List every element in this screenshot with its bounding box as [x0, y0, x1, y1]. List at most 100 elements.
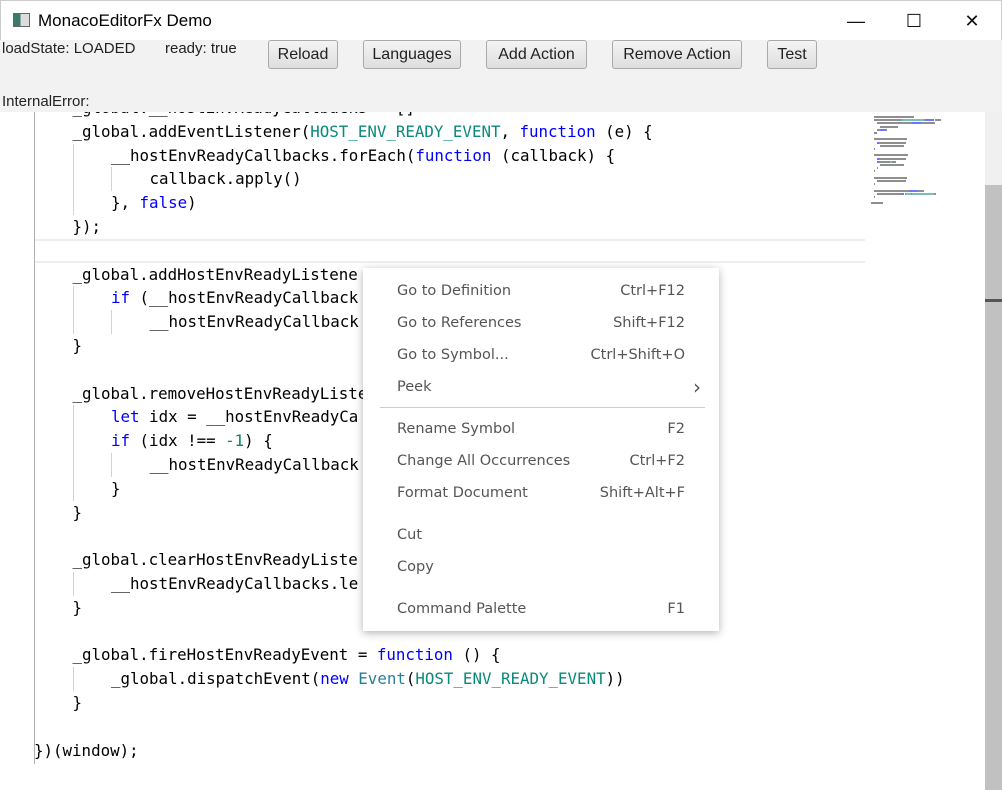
menu-item-command-palette[interactable]: Command Palette F1: [363, 593, 719, 625]
code-token: if: [111, 288, 131, 308]
menu-item-label: Cut: [397, 527, 422, 543]
code-token: )): [605, 669, 625, 689]
indent-guide: [72, 572, 74, 596]
menu-item-cut[interactable]: Cut: [363, 519, 719, 551]
menu-item-label: Format Document: [397, 485, 528, 501]
code-token: ,: [500, 121, 520, 141]
scrollbar-thumb[interactable]: [985, 185, 1002, 790]
code-line: }: [111, 477, 121, 501]
minimap-line: [877, 122, 913, 125]
menu-shortcut: F1: [667, 601, 685, 617]
code-line: }: [73, 501, 83, 525]
menu-item-label: Go to References: [397, 315, 522, 331]
minimap-line: [874, 116, 914, 118]
minimap-line: [892, 160, 896, 163]
code-token: if: [111, 431, 131, 451]
minimap-line: [874, 170, 876, 173]
menu-item-copy[interactable]: Copy: [363, 551, 719, 583]
indent-guide: [72, 453, 74, 477]
indent-guide: [111, 167, 112, 192]
minimap-line: [877, 180, 906, 182]
remove-action-button[interactable]: Remove Action: [612, 40, 742, 69]
menu-item-label: Copy: [397, 559, 434, 575]
menu-item-format-document[interactable]: Format Document Shift+Alt+F: [363, 477, 719, 509]
menu-item-change-all-occurrences[interactable]: Change All Occurrences Ctrl+F2: [363, 445, 719, 477]
code-line: });: [73, 215, 102, 239]
ready-label: ready: true: [165, 40, 237, 57]
code-token: _global.fireHostEnvReadyEvent =: [72, 645, 377, 665]
code-line: _global.clearHostEnvReadyListe: [73, 548, 358, 572]
code-token: _global.addHostEnvReadyListene: [72, 264, 358, 284]
reload-button[interactable]: Reload: [268, 40, 338, 69]
minimap-line: [874, 154, 909, 157]
minimap-line: [925, 119, 935, 122]
minimap-line: [885, 128, 887, 131]
minimap-line: [874, 132, 878, 134]
menu-separator: [363, 509, 719, 519]
code-token: __hostEnvReadyCallback: [149, 312, 359, 332]
code-token: _global.removeHostEnvReadyListe: [72, 383, 368, 403]
minimap-line: [912, 192, 935, 195]
minimap-line: [877, 167, 879, 170]
code-token: (__hostEnvReadyCallback: [130, 288, 359, 308]
code-line: _global.removeHostEnvReadyListe: [73, 382, 368, 406]
minimap-line: [874, 183, 876, 186]
code-token: HOST_ENV_READY_EVENT: [415, 669, 606, 689]
indent-guide: [34, 112, 35, 764]
minimap-line: [880, 164, 905, 166]
menu-item-label: Rename Symbol: [397, 421, 516, 437]
app-icon: [13, 13, 30, 27]
menu-item-go-to-references[interactable]: Go to References Shift+F12: [363, 307, 719, 339]
code-token: (e) {: [595, 121, 653, 141]
menu-item-label: Go to Definition: [397, 283, 512, 299]
menu-separator: [363, 403, 719, 413]
add-action-button[interactable]: Add Action: [486, 40, 587, 69]
minimap-line: [918, 189, 924, 192]
title-bar: MonacoEditorFx Demo — ☐ ✕: [0, 0, 1002, 40]
code-line: __hostEnvReadyCallback: [150, 453, 359, 477]
maximize-button[interactable]: ☐: [885, 1, 943, 41]
menu-item-peek[interactable]: Peek ›: [363, 371, 719, 403]
indent-guide: [72, 429, 74, 453]
code-token: }: [72, 336, 83, 355]
menu-separator: [363, 583, 719, 593]
menu-shortcut: Shift+Alt+F: [599, 485, 685, 501]
scrollbar-cursor-marker: [985, 299, 1002, 302]
test-button[interactable]: Test: [767, 40, 817, 69]
code-token: Event: [358, 669, 406, 689]
indent-guide: [72, 476, 74, 501]
chevron-right-icon: ›: [693, 375, 701, 399]
code-token: _global.dispatchEvent(: [111, 669, 321, 689]
menu-item-go-to-definition[interactable]: Go to Definition Ctrl+F12: [363, 275, 719, 307]
internal-error-label: InternalError:: [2, 93, 90, 110]
code-token: ): [187, 193, 197, 213]
indent-guide: [72, 191, 74, 215]
code-token: ) {: [244, 431, 273, 451]
indent-guide: [72, 310, 74, 334]
indent-guide: [72, 143, 74, 168]
vertical-scrollbar[interactable]: [985, 112, 1002, 790]
menu-item-rename-symbol[interactable]: Rename Symbol F2: [363, 413, 719, 445]
code-token: }: [72, 502, 83, 522]
code-line: _global.addHostEnvReadyListene: [73, 263, 358, 287]
minimap[interactable]: [865, 112, 985, 232]
menu-item-label: Command Palette: [397, 601, 527, 617]
code-token: callback.apply(): [149, 169, 302, 189]
toolbar: loadState: LOADED ready: true Reload Lan…: [0, 40, 1002, 112]
code-token: (callback) {: [491, 145, 616, 165]
code-token: __hostEnvReadyCallbacks.forEach(: [111, 145, 416, 165]
minimap-line: [879, 160, 891, 163]
menu-shortcut: Ctrl+Shift+O: [590, 347, 685, 363]
indent-guide: [111, 453, 112, 477]
languages-button[interactable]: Languages: [363, 40, 461, 69]
minimap-line: [934, 192, 937, 195]
menu-item-go-to-symbol[interactable]: Go to Symbol... Ctrl+Shift+O: [363, 339, 719, 371]
code-token: function: [415, 145, 492, 165]
code-token: __hostEnvReadyCallback: [149, 455, 359, 474]
minimize-button[interactable]: —: [827, 1, 885, 41]
code-line: }: [73, 334, 83, 358]
close-button[interactable]: ✕: [943, 1, 1001, 41]
code-token: }: [72, 693, 83, 712]
menu-shortcut: F2: [667, 421, 685, 437]
code-token: });: [72, 217, 102, 236]
